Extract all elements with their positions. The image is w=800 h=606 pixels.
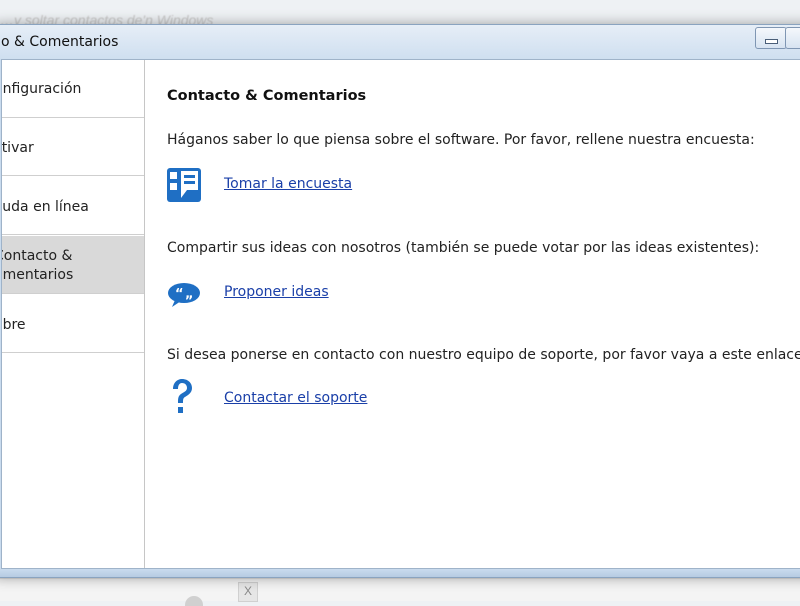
survey-description: Háganos saber lo que piensa sobre el sof… bbox=[167, 132, 755, 148]
sidebar-item-label: obre bbox=[2, 317, 26, 333]
question-mark-icon bbox=[173, 379, 192, 413]
sidebar-item-activar[interactable]: ctivar bbox=[2, 118, 144, 176]
page-title: Contacto & Comentarios bbox=[167, 88, 367, 104]
dialog-window: o & Comentarios onfiguración ctivar yuda… bbox=[0, 24, 800, 578]
minimize-button[interactable] bbox=[755, 27, 787, 49]
sidebar-item-label-line2: omentarios bbox=[2, 267, 74, 283]
main-content: Contacto & Comentarios Háganos saber lo … bbox=[145, 60, 800, 568]
take-survey-link[interactable]: Tomar la encuesta bbox=[224, 176, 352, 192]
sidebar-item-sobre[interactable]: obre bbox=[2, 295, 144, 353]
sidebar-item-contacto[interactable]: Contacto & omentarios bbox=[2, 236, 144, 294]
ideas-description: Compartir sus ideas con nosotros (tambié… bbox=[167, 240, 760, 256]
sidebar-item-label: yuda en línea bbox=[2, 199, 89, 215]
minimize-icon bbox=[765, 39, 778, 44]
background-close-button[interactable]: X bbox=[238, 582, 258, 602]
survey-icon bbox=[167, 168, 201, 202]
sidebar-item-configuracion[interactable]: onfiguración bbox=[2, 60, 144, 118]
svg-text:„: „ bbox=[185, 287, 194, 302]
speech-bubble-quotes-icon: “ „ bbox=[168, 283, 200, 307]
contact-support-link[interactable]: Contactar el soporte bbox=[224, 390, 367, 406]
maximize-button[interactable] bbox=[785, 27, 800, 49]
window-title: o & Comentarios bbox=[1, 34, 119, 50]
sidebar: onfiguración ctivar yuda en línea Contac… bbox=[2, 60, 145, 568]
propose-ideas-link[interactable]: Proponer ideas bbox=[224, 284, 329, 300]
svg-text:“: “ bbox=[175, 287, 184, 302]
sidebar-item-ayuda[interactable]: yuda en línea bbox=[2, 177, 144, 235]
title-bar[interactable]: o & Comentarios bbox=[0, 25, 800, 59]
background-strip bbox=[0, 578, 800, 601]
dialog-client-area: onfiguración ctivar yuda en línea Contac… bbox=[1, 59, 800, 569]
support-description: Si desea ponerse en contacto con nuestro… bbox=[167, 347, 800, 363]
sidebar-item-label: ctivar bbox=[2, 140, 34, 156]
sidebar-item-label: onfiguración bbox=[2, 81, 82, 97]
window-frame-bottom bbox=[0, 569, 800, 577]
sidebar-item-label-line1: Contacto & bbox=[2, 248, 73, 264]
